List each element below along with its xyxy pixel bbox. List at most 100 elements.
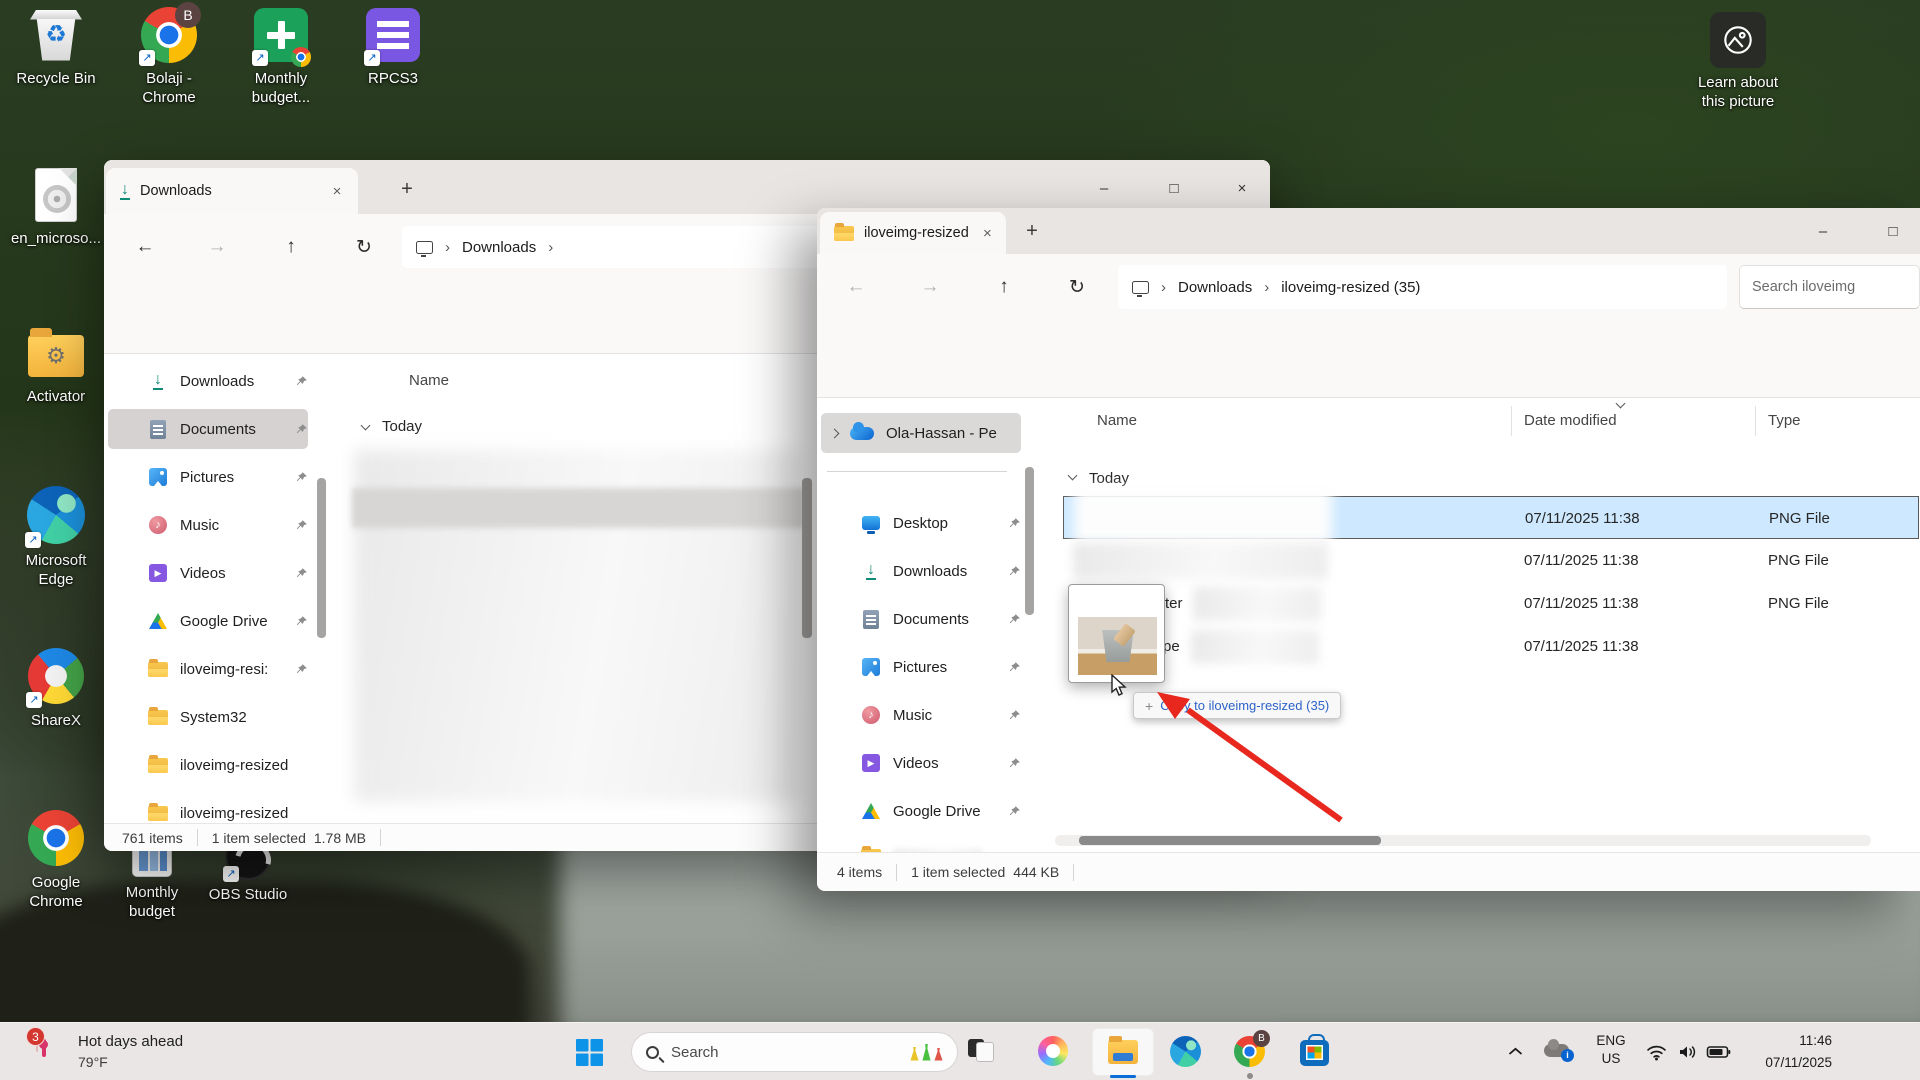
weather-widget[interactable]: 3 <box>36 1034 38 1052</box>
back-button[interactable]: ← <box>128 230 162 264</box>
item-count: 761 items <box>122 830 183 846</box>
search-input[interactable]: Search iloveimg <box>1739 265 1920 309</box>
sidebar-scrollbar[interactable] <box>317 478 326 638</box>
sidebar-item-pictures[interactable]: Pictures <box>108 457 308 497</box>
sidebar-item-downloads[interactable]: ↓ Downloads <box>108 361 308 401</box>
desktop-icon-activator[interactable]: ⚙ Activator <box>3 330 109 407</box>
sharex-icon: ↗ <box>28 646 84 706</box>
content-scrollbar[interactable] <box>802 478 812 638</box>
chrome-button[interactable]: B <box>1234 1036 1265 1067</box>
file-explorer-button[interactable] <box>1092 1028 1154 1076</box>
refresh-button[interactable]: ↻ <box>1060 270 1094 304</box>
maximize-button[interactable]: □ <box>1152 170 1196 206</box>
task-view-button[interactable] <box>968 1039 994 1061</box>
sidebar-item-desktop[interactable]: Desktop <box>821 503 1021 543</box>
weather-headline[interactable]: Hot days ahead <box>78 1033 183 1050</box>
column-header-date-modified[interactable]: Date modified <box>1524 412 1617 429</box>
edge-button[interactable] <box>1170 1036 1201 1067</box>
breadcrumb-downloads[interactable]: Downloads <box>462 239 536 256</box>
clock[interactable]: 11:46 07/11/2025 <box>1738 1030 1832 1073</box>
back-button[interactable]: ← <box>839 270 873 304</box>
onedrive-tray-button[interactable] <box>1544 1044 1569 1057</box>
group-label[interactable]: Today <box>382 418 422 435</box>
file-row-2[interactable]: 07/11/2025 11:38 PNG File <box>1063 539 1919 582</box>
copilot-button[interactable] <box>1038 1036 1068 1066</box>
volume-button[interactable] <box>1678 1044 1698 1060</box>
column-divider[interactable] <box>1511 406 1512 436</box>
forward-button[interactable]: → <box>200 230 234 264</box>
minimize-button[interactable]: – <box>1082 170 1126 206</box>
column-header-type[interactable]: Type <box>1768 412 1801 429</box>
sidebar-item-onedrive[interactable]: Ola-Hassan - Pe <box>821 413 1021 453</box>
breadcrumb-downloads[interactable]: Downloads <box>1178 279 1252 296</box>
desktop-icon-bolaji-chrome[interactable]: B ↗ Bolaji -Chrome <box>116 6 222 108</box>
sidebar-item-documents[interactable]: Documents <box>821 599 1021 639</box>
battery-button[interactable] <box>1706 1045 1731 1059</box>
wifi-button[interactable] <box>1646 1044 1667 1061</box>
column-header-name[interactable]: Name <box>1097 412 1137 429</box>
breadcrumb-iloveimg-resized[interactable]: iloveimg-resized (35) <box>1281 279 1420 296</box>
running-app-dot <box>1247 1073 1253 1079</box>
tab-iloveimg-resized[interactable]: iloveimg-resized (35) × <box>820 212 1006 254</box>
desktop-icon-rpcs3[interactable]: ↗ RPCS3 <box>340 6 446 89</box>
forward-button[interactable]: → <box>913 270 947 304</box>
onedrive-cloud-icon <box>1544 1044 1569 1057</box>
sidebar-item-videos[interactable]: ▶ Videos <box>108 553 308 593</box>
sidebar-item-pictures[interactable]: Pictures <box>821 647 1021 687</box>
desktop-icon-en-microso[interactable]: en_microso... <box>3 166 109 249</box>
folder-icon <box>148 710 168 725</box>
sidebar-item-google-drive[interactable]: Google Drive <box>108 601 308 641</box>
pin-icon <box>295 663 308 676</box>
sidebar-item-google-drive[interactable]: Google Drive <box>821 791 1021 831</box>
tray-chevron-button[interactable] <box>1508 1047 1523 1056</box>
sidebar-item-music[interactable]: ♪ Music <box>821 695 1021 735</box>
file-row-1[interactable]: 07/11/2025 11:38 PNG File <box>1063 496 1919 539</box>
taskbar-search[interactable]: Search <box>631 1032 958 1072</box>
sidebar-item-iloveimg-resi[interactable]: iloveimg-resi: <box>108 649 308 689</box>
column-header-name[interactable]: Name <box>409 372 449 389</box>
sidebar-item-videos[interactable]: ▶ Videos <box>821 743 1021 783</box>
microsoft-store-button[interactable] <box>1300 1035 1329 1066</box>
new-tab-button[interactable]: + <box>1017 216 1047 246</box>
sidebar-scrollbar[interactable] <box>1025 467 1034 615</box>
column-divider[interactable] <box>1755 406 1756 436</box>
icon-label: OBS Studio <box>209 886 287 905</box>
selection-size: 1.78 MB <box>314 830 366 846</box>
start-button[interactable] <box>576 1039 603 1066</box>
up-button[interactable]: ↑ <box>274 230 308 264</box>
tab-close-button[interactable]: × <box>326 180 348 202</box>
blurred-selected-row <box>352 488 804 528</box>
sidebar-item-downloads[interactable]: ↓ Downloads <box>821 551 1021 591</box>
minimize-button[interactable]: – <box>1801 213 1845 249</box>
sidebar-item-partial[interactable] <box>821 836 1021 852</box>
up-button[interactable]: ↑ <box>987 270 1021 304</box>
group-collapse-icon[interactable] <box>1068 471 1078 481</box>
recycle-bin-icon: ♻ <box>30 6 82 64</box>
weather-temp[interactable]: 79°F <box>78 1054 108 1070</box>
file-row-3[interactable]: ter 07/11/2025 11:38 PNG File <box>1063 582 1919 625</box>
sidebar-item-iloveimg-resized-2[interactable]: iloveimg-resized <box>108 793 308 823</box>
group-collapse-icon[interactable] <box>361 421 371 431</box>
sidebar-item-music[interactable]: ♪ Music <box>108 505 308 545</box>
tab-downloads[interactable]: ↓ Downloads × <box>106 168 358 214</box>
language-switcher[interactable]: ENG US <box>1588 1032 1634 1068</box>
desktop-icon-recycle-bin[interactable]: ♻ Recycle Bin <box>3 6 109 89</box>
maximize-button[interactable]: □ <box>1871 213 1915 249</box>
desktop-icon-microsoft-edge[interactable]: ↗ MicrosoftEdge <box>3 484 109 590</box>
selection-count: 1 item selected <box>212 830 306 846</box>
breadcrumb[interactable]: › Downloads › iloveimg-resized (35) <box>1118 265 1727 309</box>
close-button[interactable]: × <box>1220 170 1264 206</box>
desktop-icon-sharex[interactable]: ↗ ShareX <box>3 646 109 731</box>
refresh-button[interactable]: ↻ <box>347 230 381 264</box>
group-label[interactable]: Today <box>1089 470 1129 487</box>
onedrive-icon <box>850 427 874 440</box>
learn-about-this-picture[interactable]: Learn aboutthis picture <box>1678 12 1798 112</box>
desktop-icon-monthly-budget[interactable]: ↗ Monthlybudget... <box>228 6 334 108</box>
sidebar-item-documents[interactable]: Documents <box>108 409 308 449</box>
desktop-icon-google-chrome[interactable]: GoogleChrome <box>3 808 109 912</box>
shortcut-arrow-icon: ↗ <box>223 866 239 882</box>
sidebar-item-iloveimg-resized[interactable]: iloveimg-resized <box>108 745 308 785</box>
new-tab-button[interactable]: + <box>392 174 422 204</box>
tab-close-button[interactable]: × <box>979 222 996 244</box>
sidebar-item-system32[interactable]: System32 <box>108 697 308 737</box>
